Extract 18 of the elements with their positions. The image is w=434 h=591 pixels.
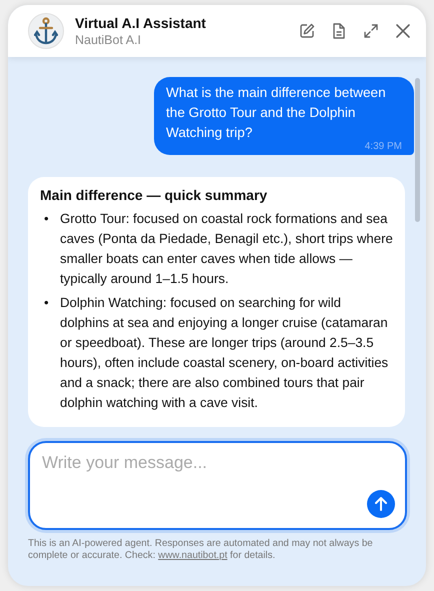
edit-icon[interactable] bbox=[298, 22, 316, 40]
assistant-subtitle: NautiBot A.I bbox=[75, 32, 142, 48]
assistant-name: Virtual A.I Assistant bbox=[75, 14, 207, 32]
bullet-item: Grotto Tour: focused on coastal rock formations and sea caves (Ponta da Piedade, Benagil etc.), short trips where smaller boats can enter caves when tide allows — typically around 1–1.5 hours. bbox=[60, 210, 393, 288]
message-input[interactable]: Write your message... bbox=[28, 441, 407, 530]
bullet-item: Dolphin Watching: focused on searching for wild dolphins at sea and enjoying a longer cruise (catamaran or speedboat). These are longer trips (around 2.5–3.5 hours), often include coastal scenery, on-board activities and a snack; there are also combined tours that pair dolphin watching with a cave visit. bbox=[60, 294, 390, 412]
disclaimer-text: This is an AI-powered agent. Responses are automated and may not always be complete or accurate. Check: www.nautibot.pt for details. bbox=[28, 538, 374, 562]
message-time: 4:39 PM bbox=[364, 141, 402, 153]
anchor-icon bbox=[34, 17, 58, 45]
close-icon[interactable] bbox=[394, 22, 412, 40]
bullet-marker: • bbox=[43, 210, 50, 228]
expand-icon[interactable] bbox=[362, 22, 380, 40]
message-heading: Main difference — quick summary bbox=[40, 186, 268, 205]
website-link[interactable]: www.nautibot.pt bbox=[158, 550, 228, 561]
scrollbar[interactable] bbox=[415, 78, 420, 222]
message-text: What is the main difference between the Grotto Tour and the Dolphin Watching trip? bbox=[166, 84, 387, 142]
arrow-up-icon bbox=[373, 496, 389, 512]
bullet-marker: • bbox=[43, 294, 50, 312]
